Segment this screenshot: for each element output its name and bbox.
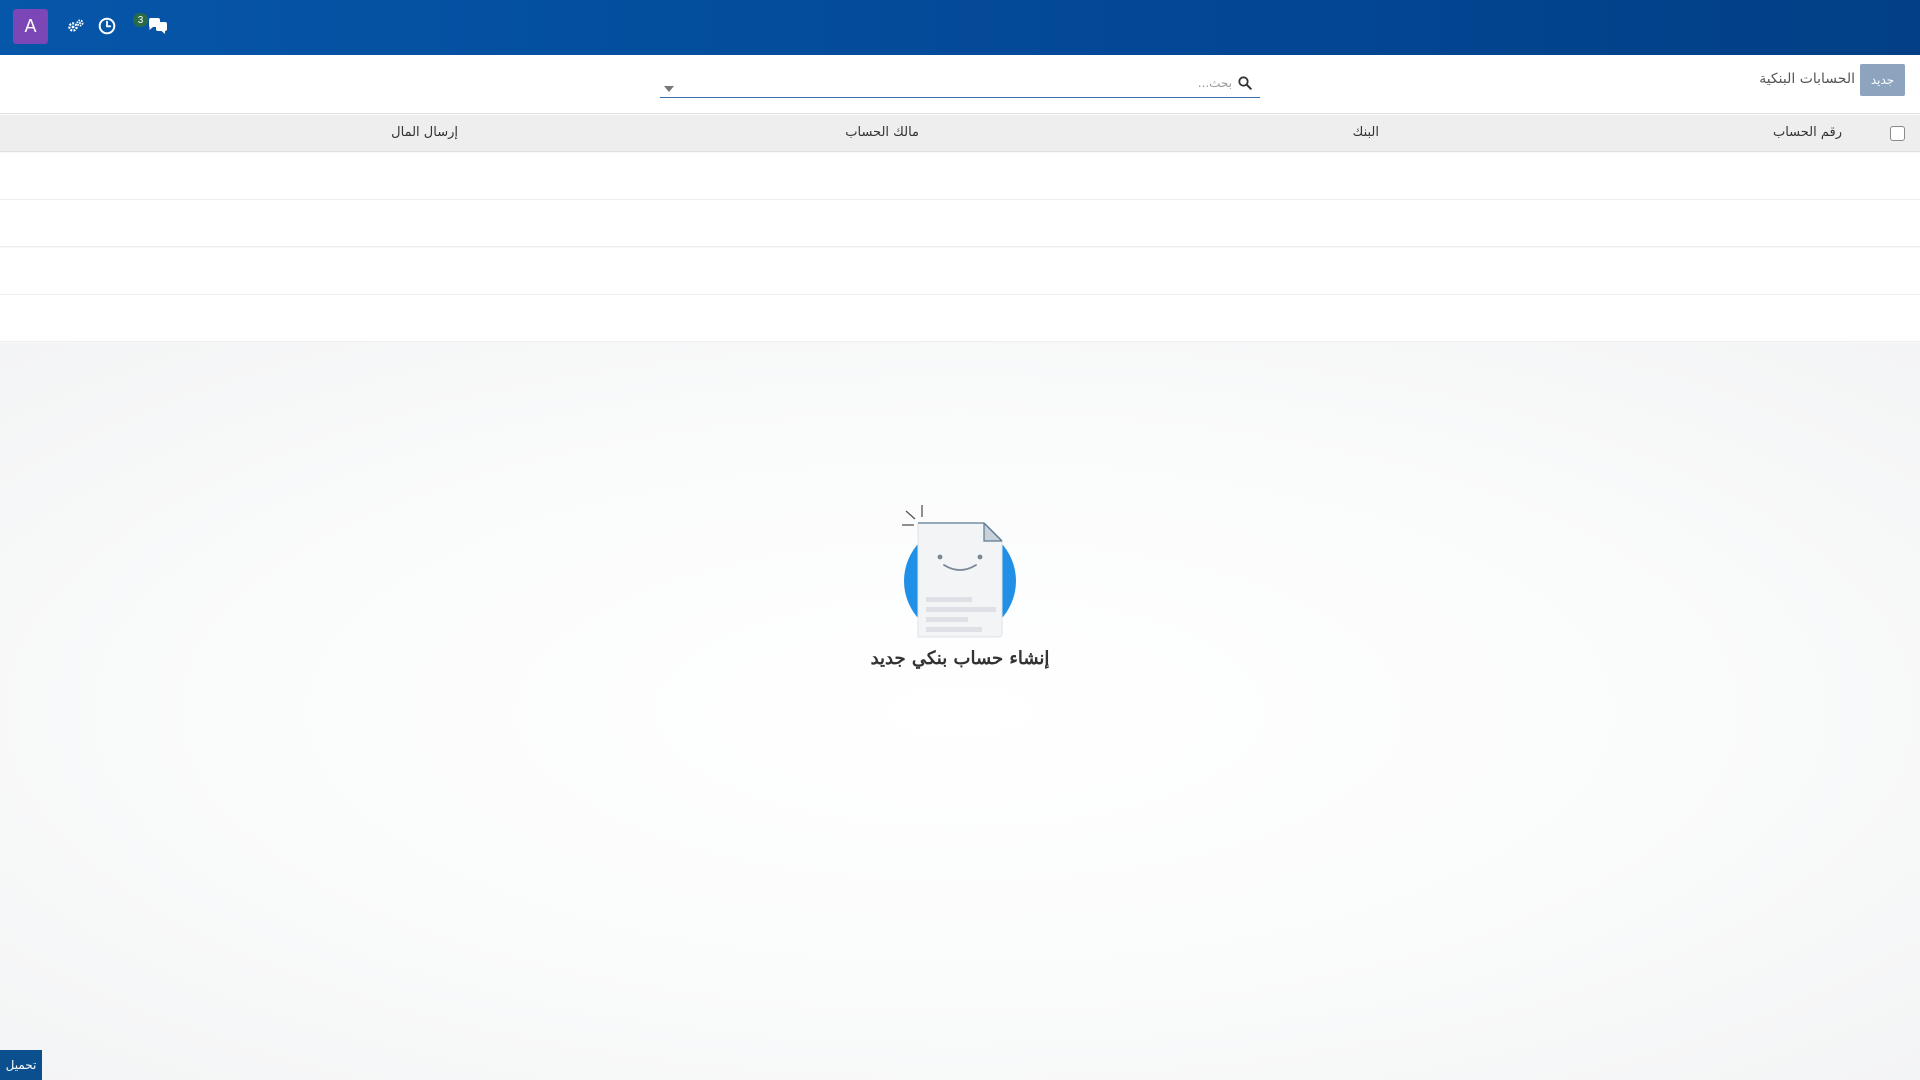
column-send-money[interactable]: إرسال المال bbox=[391, 125, 458, 140]
search-options-dropdown-icon[interactable] bbox=[664, 77, 674, 96]
notification-badge: 3 bbox=[133, 13, 148, 27]
search-input[interactable] bbox=[692, 72, 1232, 94]
select-all-checkbox[interactable] bbox=[1890, 126, 1905, 141]
search-icon bbox=[1238, 75, 1252, 94]
download-button[interactable]: تحميل bbox=[0, 1050, 42, 1080]
table-row bbox=[0, 153, 1920, 200]
search-box bbox=[660, 70, 1260, 98]
breadcrumb: الحسابات البنكية bbox=[1759, 71, 1855, 87]
table-row bbox=[0, 200, 1920, 247]
column-account-number[interactable]: رقم الحساب bbox=[1773, 125, 1842, 140]
column-account-holder[interactable]: مالك الحساب bbox=[845, 125, 919, 140]
empty-document-illustration-icon bbox=[900, 503, 1020, 647]
user-avatar[interactable]: A bbox=[13, 9, 48, 44]
clock-icon[interactable] bbox=[97, 16, 117, 36]
column-bank[interactable]: البنك bbox=[1353, 125, 1379, 140]
top-navbar: A 3 bbox=[0, 0, 1920, 55]
empty-state-title[interactable]: إنشاء حساب بنكي جديد bbox=[760, 648, 1160, 669]
table-row bbox=[0, 248, 1920, 295]
table-row bbox=[0, 295, 1920, 342]
list-table-header: رقم الحساب البنك مالك الحساب إرسال المال bbox=[0, 115, 1920, 152]
empty-state-area bbox=[0, 343, 1920, 1080]
comments-icon[interactable] bbox=[146, 16, 170, 36]
gears-icon[interactable] bbox=[66, 16, 86, 36]
new-button[interactable]: جديد bbox=[1860, 64, 1905, 96]
control-panel: جديد الحسابات البنكية bbox=[0, 55, 1920, 114]
